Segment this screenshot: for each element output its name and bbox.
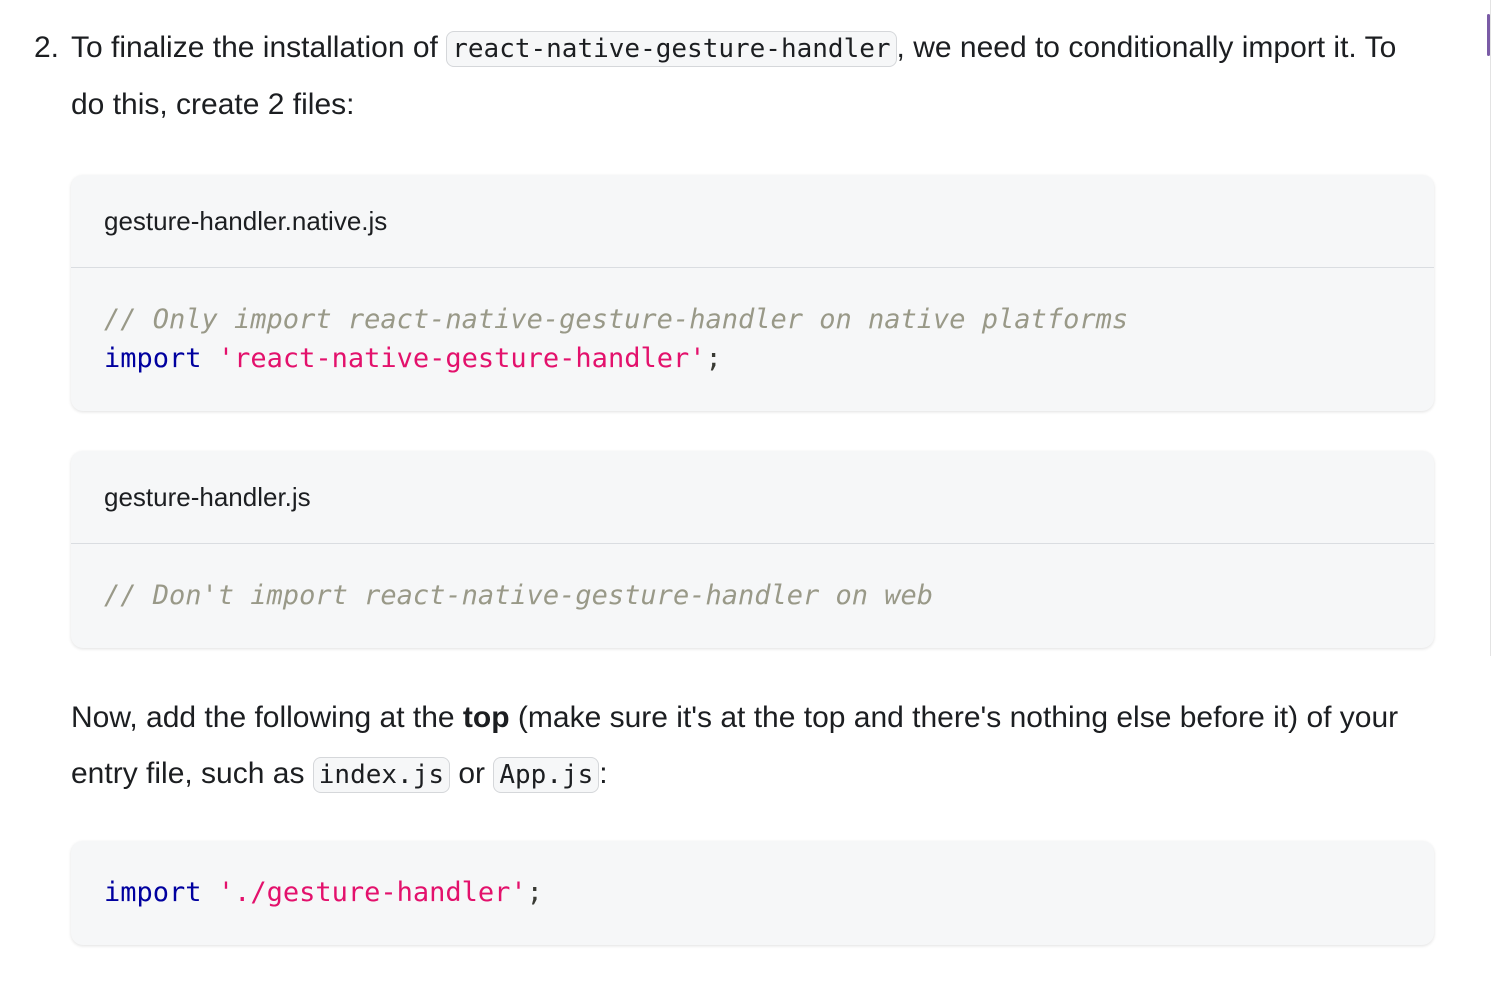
code-block-title: gesture-handler.js xyxy=(71,451,1434,544)
code-comment: // Only import react-native-gesture-hand… xyxy=(104,304,1129,335)
inline-code-package: react-native-gesture-handler xyxy=(446,31,897,67)
code-keyword: import xyxy=(104,343,202,374)
documentation-page: 2. To finalize the installation of react… xyxy=(0,0,1500,988)
code-punctuation: ; xyxy=(526,877,543,908)
code-comment: // Don't import react-native-gesture-han… xyxy=(104,580,934,611)
instruction-text: Now, add the following at the xyxy=(71,701,463,734)
instruction-paragraph: Now, add the following at the top (make … xyxy=(71,690,1434,803)
step-text-before: To finalize the installation of xyxy=(71,31,447,64)
code-block-native: gesture-handler.native.js // Only import… xyxy=(71,175,1434,411)
code-block-content[interactable]: import './gesture-handler'; xyxy=(71,841,1434,945)
inline-code-index: index.js xyxy=(312,757,451,793)
instruction-text: or xyxy=(450,757,494,790)
inline-code-app: App.js xyxy=(493,757,600,793)
content-area: 2. To finalize the installation of react… xyxy=(34,20,1434,945)
code-block-web: gesture-handler.js // Don't import react… xyxy=(71,451,1434,648)
instruction-text: : xyxy=(599,757,608,790)
step-item: 2. To finalize the installation of react… xyxy=(34,20,1434,133)
step-text: To finalize the installation of react-na… xyxy=(71,20,1426,133)
scroll-indicator[interactable] xyxy=(1487,14,1490,56)
code-block-entry: import './gesture-handler'; xyxy=(71,841,1434,945)
code-block-title: gesture-handler.native.js xyxy=(71,175,1434,268)
scrollbar-track[interactable] xyxy=(1490,0,1491,656)
code-string: 'react-native-gesture-handler' xyxy=(217,343,706,374)
code-string: './gesture-handler' xyxy=(217,877,527,908)
code-punctuation: ; xyxy=(705,343,722,374)
code-keyword: import xyxy=(104,877,202,908)
instruction-bold: top xyxy=(462,701,510,734)
step-number: 2. xyxy=(34,31,60,64)
code-block-content[interactable]: // Don't import react-native-gesture-han… xyxy=(71,544,1434,648)
code-block-content[interactable]: // Only import react-native-gesture-hand… xyxy=(71,268,1434,411)
